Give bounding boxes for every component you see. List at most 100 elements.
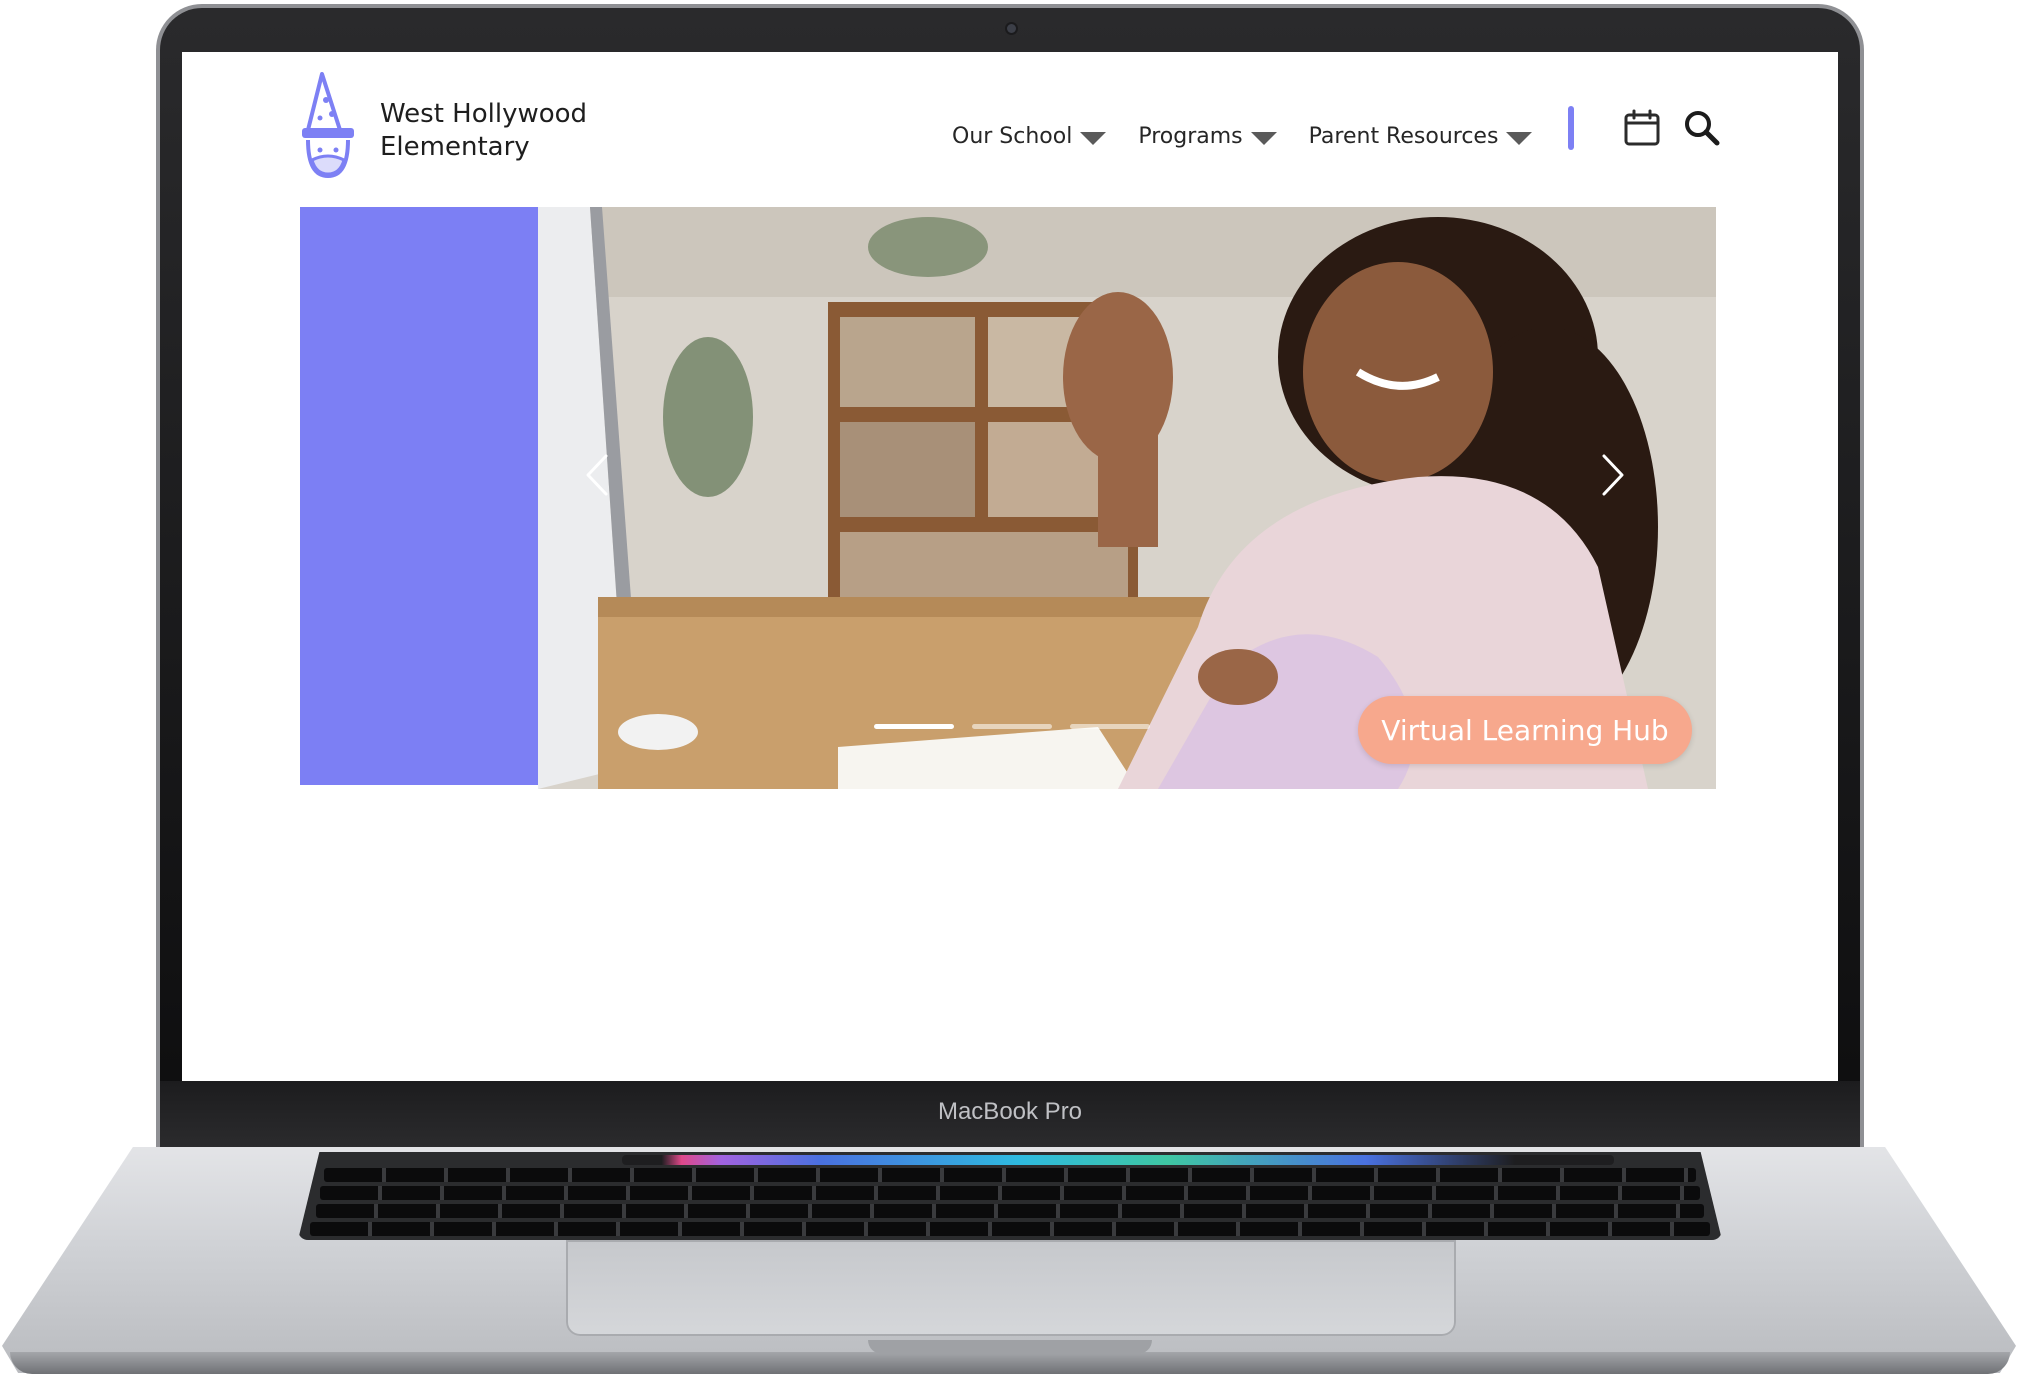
ruler-tick	[615, 968, 618, 986]
nav-item-label: Programs	[1138, 123, 1243, 149]
calendar-icon[interactable]	[1622, 108, 1662, 148]
ruler-tick	[1002, 968, 1005, 986]
ruler-tick	[776, 956, 779, 986]
ruler-tick	[1126, 968, 1129, 986]
ruler-tick	[1221, 968, 1224, 986]
ruler-tick	[586, 968, 589, 986]
ruler-tick	[1083, 968, 1086, 986]
ruler-tick	[564, 968, 567, 986]
ruler-tick	[528, 968, 531, 986]
ruler-tick	[1674, 968, 1677, 986]
ruler-tick	[864, 968, 867, 986]
ruler-tick	[1360, 956, 1363, 986]
ruler-tick	[345, 968, 348, 986]
nav-item-programs[interactable]: Programs	[1138, 123, 1277, 149]
ruler-tick	[316, 968, 319, 986]
ruler-tick	[1630, 968, 1633, 986]
ruler-tick	[1032, 942, 1034, 986]
ruler-tick	[1163, 968, 1166, 986]
keyboard	[298, 1152, 1722, 1240]
ruler-tick	[1236, 968, 1239, 986]
ruler-tick	[1696, 968, 1699, 986]
ruler-tick	[878, 968, 881, 986]
ruler-tick	[1411, 968, 1414, 986]
ruler-tick	[1046, 968, 1049, 986]
ruler-tick	[1097, 968, 1100, 986]
ruler-tick	[1521, 968, 1524, 986]
ruler-tick	[1017, 968, 1020, 986]
search-icon[interactable]	[1682, 108, 1722, 148]
ruler-tick	[652, 968, 655, 986]
ruler-tick	[893, 968, 896, 986]
ruler-tick	[1207, 968, 1210, 986]
ruler-tick	[681, 968, 684, 986]
ruler-tick	[338, 956, 341, 986]
ruler-tick	[550, 968, 553, 986]
ruler-tick	[645, 968, 648, 986]
wizard-logo-icon[interactable]	[296, 70, 360, 182]
ruler-tick	[630, 956, 633, 986]
ruler-tick	[521, 942, 523, 986]
camera-icon	[1007, 24, 1016, 33]
chevron-left-icon[interactable]	[584, 452, 610, 498]
key-row	[310, 1222, 1710, 1236]
ruler-tick	[1331, 968, 1334, 986]
ruler-tick	[820, 968, 823, 986]
nav-item-our-school[interactable]: Our School	[952, 123, 1107, 149]
ruler-tick	[1491, 968, 1494, 986]
ruler-tick	[740, 942, 742, 986]
ruler-tick	[703, 956, 706, 986]
ruler-tick	[1455, 968, 1458, 986]
ruler-tick	[995, 956, 998, 986]
ruler-tick	[477, 968, 480, 986]
ruler-tick	[1550, 968, 1553, 986]
ruler-tick	[842, 968, 845, 986]
carousel-dot-1[interactable]	[874, 724, 954, 729]
ruler-tick	[1418, 968, 1421, 986]
ruler-tick	[1499, 968, 1502, 986]
ruler-tick	[302, 942, 304, 986]
ruler-tick	[448, 942, 450, 986]
ruler-tick	[440, 968, 443, 986]
ruler-tick	[513, 968, 516, 986]
virtual-learning-hub-button[interactable]: Virtual Learning Hub	[1358, 696, 1692, 764]
touch-bar	[622, 1155, 1614, 1165]
browser-screen: West Hollywood Elementary Our School Pro…	[182, 52, 1838, 1081]
ruler-tick	[1586, 968, 1589, 986]
ruler-tick	[1659, 968, 1662, 986]
chevron-right-icon[interactable]	[1600, 452, 1626, 498]
ruler-tick	[1353, 968, 1356, 986]
site-header: West Hollywood Elementary Our School Pro…	[182, 52, 1838, 207]
ruler-tick	[696, 968, 699, 986]
ruler-tick	[1448, 968, 1451, 986]
ruler-tick	[951, 968, 954, 986]
ruler-tick	[725, 968, 728, 986]
ruler-tick	[1039, 968, 1042, 986]
ruler-tick	[1287, 956, 1290, 986]
ruler-tick	[688, 968, 691, 986]
ruler-tick	[396, 968, 399, 986]
ruler-tick	[1689, 942, 1691, 986]
ruler-tick	[433, 968, 436, 986]
ruler-tick	[827, 968, 830, 986]
ruler-tick	[1579, 956, 1582, 986]
nav-item-label: Our School	[952, 123, 1073, 149]
key-row	[320, 1186, 1700, 1200]
carousel-dot-2[interactable]	[972, 724, 1052, 729]
ruler-tick	[1178, 942, 1180, 986]
ruler-tick	[1382, 968, 1385, 986]
ruler-tick	[1265, 968, 1268, 986]
ruler-tick	[1608, 968, 1611, 986]
school-name[interactable]: West Hollywood Elementary	[380, 98, 587, 164]
ruler-tick	[1462, 968, 1465, 986]
ruler-tick	[1185, 968, 1188, 986]
ruler-tick	[1637, 968, 1640, 986]
ruler-tick	[1112, 968, 1115, 986]
ruler-tick	[871, 968, 874, 986]
ruler-tick	[418, 968, 421, 986]
ruler-tick	[886, 942, 888, 986]
nav-item-parent-resources[interactable]: Parent Resources	[1309, 124, 1533, 149]
ruler-tick	[1156, 968, 1159, 986]
carousel-dot-3[interactable]	[1070, 724, 1150, 729]
ruler-tick	[937, 968, 940, 986]
